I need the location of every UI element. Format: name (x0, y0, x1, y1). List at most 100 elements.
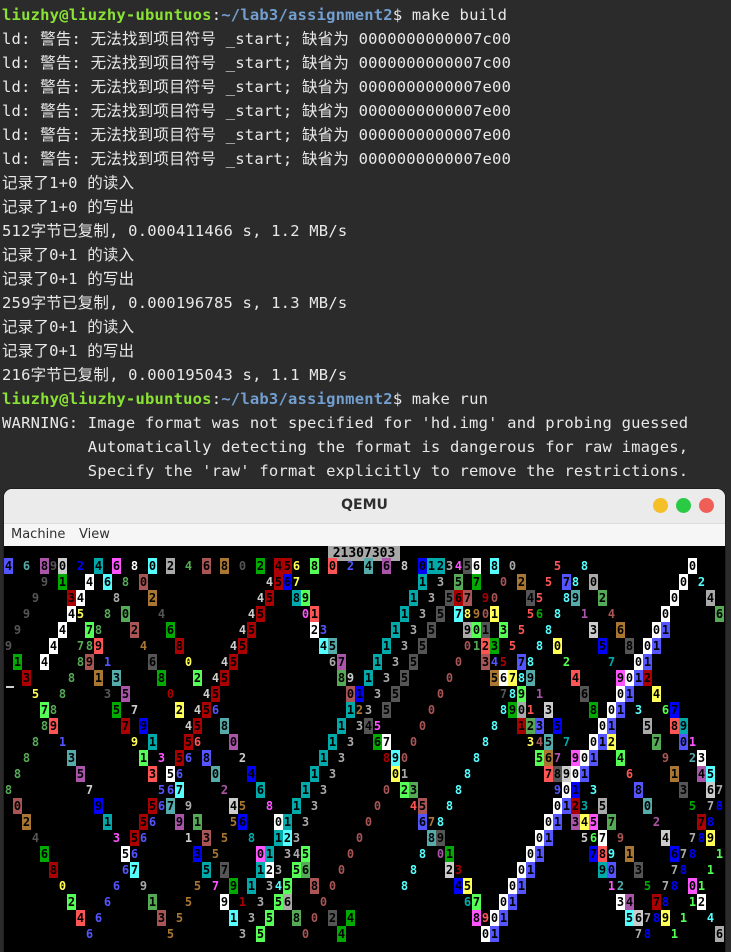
vga-char-cell: 7 (220, 862, 229, 878)
vga-char-cell: 8 (697, 831, 706, 845)
vga-char-cell: 8 (85, 639, 94, 653)
vga-char-cell: 0 (229, 734, 238, 750)
vga-char-cell: 0 (346, 686, 355, 702)
vga-char-cell: 1 (292, 798, 301, 814)
vga-char-cell: 9 (40, 575, 49, 589)
vga-char-cell: 5 (202, 862, 211, 878)
vga-char-cell: 8 (31, 735, 40, 749)
vga-char-cell: 5 (427, 622, 436, 638)
vga-char-cell: 1 (490, 606, 499, 622)
vga-char-cell: 1 (58, 574, 67, 590)
vga-char-cell: 2 (571, 798, 580, 814)
vga-char-cell: 9 (49, 559, 58, 573)
output-line: ld: 警告: 无法找到项目符号 _start; 缺省为 00000000000… (2, 78, 512, 96)
vga-char-cell: 0 (553, 798, 562, 814)
vga-char-cell: 5 (283, 558, 292, 574)
vga-char-cell: 5 (184, 895, 193, 909)
vga-char-cell: 8 (103, 607, 112, 621)
vga-char-cell: 5 (211, 686, 220, 702)
vga-char-cell: 6 (472, 558, 481, 574)
menu-view[interactable]: View (79, 527, 110, 542)
vga-char-cell: 5 (193, 879, 202, 893)
vga-char-cell: 9 (616, 670, 625, 686)
vga-char-cell: 1 (346, 702, 355, 718)
vga-char-cell: 5 (490, 670, 499, 686)
vga-char-cell: 0 (148, 558, 157, 574)
vga-char-cell: 8 (40, 719, 49, 733)
vga-char-cell: 0 (508, 559, 517, 573)
vga-char-cell: 1 (670, 766, 679, 782)
vga-char-cell: 4 (49, 638, 58, 654)
vga-char-cell: 8 (130, 559, 139, 573)
vga-char-cell: 8 (4, 783, 13, 797)
vga-char-cell: 2 (562, 655, 571, 669)
vga-char-cell: 6 (625, 767, 634, 781)
vga-char-cell: 0 (454, 655, 463, 669)
vga-char-cell: 8 (445, 799, 454, 813)
vga-char-cell: 5 (418, 798, 427, 814)
vga-char-cell: 7 (589, 846, 598, 862)
vga-char-cell: 3 (148, 766, 157, 782)
vga-char-cell: 7 (175, 782, 184, 798)
vga-char-cell: 2 (256, 558, 265, 574)
qemu-titlebar[interactable]: QEMU (4, 489, 725, 524)
vga-char-cell: 7 (544, 766, 553, 782)
vga-char-cell: 4 (274, 879, 283, 893)
vga-char-cell: 3 (544, 702, 553, 718)
minimize-button[interactable] (653, 498, 668, 513)
vga-char-cell: 1 (562, 798, 571, 814)
vga-char-cell: 7 (427, 815, 436, 829)
vga-char-cell: 5 (598, 638, 607, 654)
vga-char-cell: 5 (643, 718, 652, 734)
vga-char-cell: 6 (283, 894, 292, 910)
vga-char-cell: 2 (598, 590, 607, 606)
vga-char-cell: 2 (130, 622, 139, 638)
vga-char-cell: 3 (409, 782, 418, 798)
vga-char-cell: 7 (652, 734, 661, 750)
vga-char-cell: 4 (616, 750, 625, 766)
vga-char-cell: 7 (652, 894, 661, 910)
vga-char-cell: 3 (283, 847, 292, 861)
vga-char-cell: 7 (463, 590, 472, 606)
vga-char-cell: 4 (256, 591, 265, 605)
vga-display[interactable]: 21307303 6480246802468024680246802468079… (4, 546, 725, 952)
output-line: 512字节已复制, 0.000411466 s, 1.2 MB/s (2, 222, 348, 240)
qemu-window[interactable]: QEMU Machine View 21307303 6480246802468… (4, 489, 725, 952)
vga-char-cell: 0 (139, 574, 148, 590)
vga-char-cell: 6 (85, 927, 94, 941)
vga-char-cell: 0 (436, 847, 445, 861)
vga-char-cell: 9 (346, 671, 355, 685)
vga-char-cell: 2 (400, 782, 409, 798)
vga-char-cell: 5 (76, 766, 85, 782)
vga-char-cell: 1 (337, 718, 346, 734)
vga-char-cell: 8 (58, 687, 67, 701)
vga-char-cell: 8 (292, 590, 301, 606)
vga-char-cell: 8 (94, 623, 103, 637)
vga-char-cell: 1 (13, 654, 22, 670)
vga-char-cell: 9 (139, 879, 148, 893)
vga-char-cell: 0 (256, 846, 265, 862)
vga-char-cell: 3 (499, 622, 508, 638)
vga-char-cell: 8 (409, 863, 418, 877)
vga-char-cell: 4 (229, 798, 238, 814)
vga-char-cell: 0 (499, 575, 508, 589)
vga-char-cell: 3 (571, 814, 580, 830)
vga-char-cell: 0 (517, 702, 526, 718)
vga-char-cell: 4 (454, 559, 463, 573)
vga-char-cell: 2 (436, 558, 445, 574)
output-line: ld: 警告: 无法找到项目符号 _start; 缺省为 00000000000… (2, 54, 512, 72)
vga-char-cell: 5 (373, 719, 382, 733)
vga-char-cell: 8 (22, 751, 31, 765)
menu-machine[interactable]: Machine (11, 527, 65, 542)
vga-char-cell: 9 (22, 607, 31, 621)
maximize-button[interactable] (676, 498, 691, 513)
vga-char-cell: 1 (139, 750, 148, 766)
vga-char-cell: 8 (580, 559, 589, 573)
vga-char-cell: 1 (193, 814, 202, 830)
close-button[interactable] (699, 498, 714, 513)
vga-char-cell: 0 (607, 862, 616, 878)
vga-char-cell: 2 (481, 638, 490, 654)
vga-char-cell: 4 (319, 638, 328, 654)
vga-char-cell: 8 (400, 879, 409, 893)
vga-char-cell: 5 (292, 862, 301, 878)
